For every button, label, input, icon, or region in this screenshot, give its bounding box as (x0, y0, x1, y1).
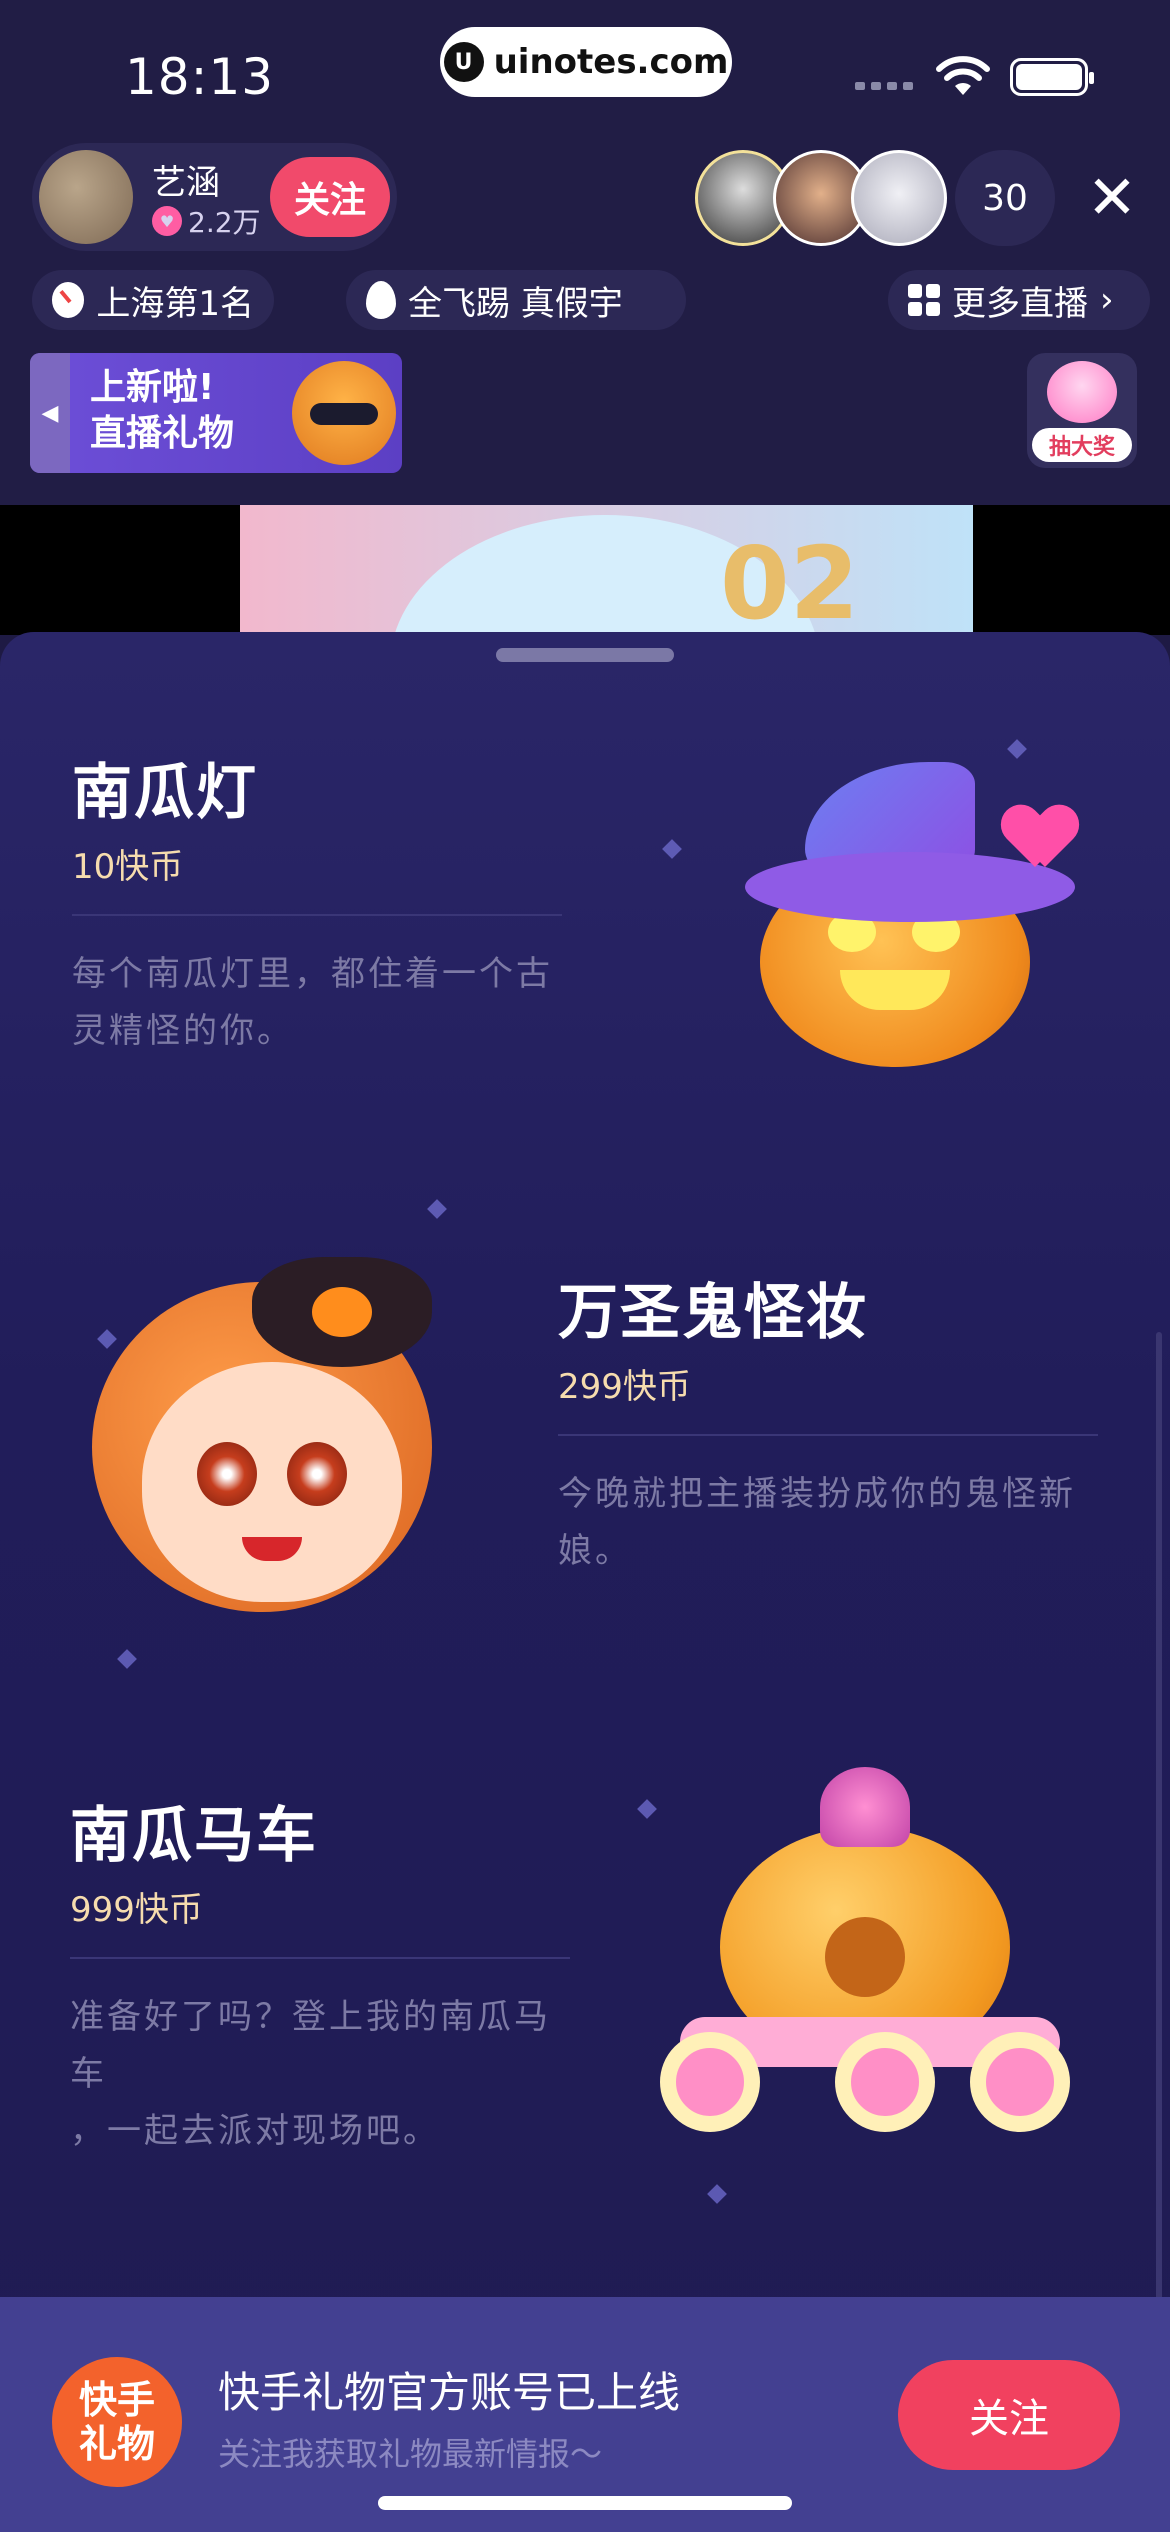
host-avatar[interactable] (39, 150, 133, 244)
follow-host-button[interactable]: 关注 (270, 157, 390, 237)
more-live-label: 更多直播 (952, 283, 1088, 324)
halloween-makeup-image (92, 1252, 472, 1632)
scrollbar[interactable] (1156, 1332, 1162, 2332)
battery-icon (1010, 58, 1094, 96)
divider (72, 914, 562, 916)
pumpkin-carriage-image (660, 1767, 1080, 2167)
banner-text: 上新啦! 直播礼物 (90, 365, 234, 457)
gift-item: 万圣鬼怪妆 299快币 今晚就把主播装扮成你的鬼怪新 娘。 (558, 1264, 1098, 1580)
gift-intro-sheet: 南瓜灯 10快币 每个南瓜灯里，都住着一个古 灵精怪的你。 万圣鬼怪妆 299快… (0, 632, 1170, 2532)
divider (558, 1434, 1098, 1436)
sheet-drag-handle[interactable] (496, 648, 674, 662)
flame-icon (366, 281, 396, 319)
logo-line2: 礼物 (78, 2422, 155, 2466)
status-time: 18:13 (125, 48, 275, 106)
heart-icon (1005, 807, 1075, 871)
gift-description-line: 准备好了吗？登上我的南瓜马车 (70, 1997, 551, 2094)
gift-item: 南瓜灯 10快币 每个南瓜灯里，都住着一个古 灵精怪的你。 (72, 744, 562, 1060)
collapse-arrow-icon[interactable]: ◀ (30, 353, 70, 473)
gift-description-line: 灵精怪的你。 (72, 1011, 294, 1051)
video-frame: 02 (240, 505, 973, 635)
gift-description-line: ，一起去派对现场吧。 (70, 2111, 440, 2151)
video-number: 02 (720, 525, 860, 635)
rank-tag-label: 上海第1名 (96, 283, 254, 324)
more-live-button[interactable]: 更多直播 › (888, 270, 1150, 330)
gift-description: 准备好了吗？登上我的南瓜马车 ，一起去派对现场吧。 (70, 1989, 570, 2160)
watermark-badge: U uinotes.com (440, 27, 732, 97)
gift-price: 10快币 (72, 847, 184, 887)
gift-name: 万圣鬼怪妆 (558, 1278, 868, 1348)
gift-description: 今晚就把主播装扮成你的鬼怪新 娘。 (558, 1466, 1098, 1580)
rank-tag[interactable]: 上海第1名 (32, 270, 274, 330)
host-name: 艺涵 (152, 163, 220, 203)
gift-description-line: 今晚就把主播装扮成你的鬼怪新 (558, 1474, 1076, 1514)
watermark-text: uinotes.com (493, 42, 729, 82)
account-subtitle: 关注我获取礼物最新情报～ (218, 2435, 603, 2473)
viewer-count[interactable]: 30 (955, 150, 1055, 246)
gift-description-line: 娘。 (558, 1531, 632, 1571)
host-fans-count: 2.2万 (188, 206, 261, 239)
gift-promo-banner[interactable]: ◀ 上新啦! 直播礼物 (30, 353, 402, 473)
follow-account-button[interactable]: 关注 (898, 2360, 1120, 2470)
gift-name: 南瓜马车 (70, 1801, 318, 1871)
wifi-icon (936, 56, 990, 95)
pumpkin-lantern-image (745, 762, 1090, 1067)
viewer-avatar[interactable] (851, 150, 947, 246)
host-fans: ♥ 2.2万 (152, 201, 261, 241)
chevron-right-icon: › (1100, 280, 1114, 320)
lottery-label: 抽大奖 (1032, 428, 1132, 462)
live-header: 18:13 U uinotes.com 艺涵 ♥ 2.2万 关注 30 ✕ 上海… (0, 0, 1170, 505)
lottery-button[interactable]: 抽大奖 (1027, 353, 1137, 468)
gift-description-line: 每个南瓜灯里，都住着一个古 (72, 954, 553, 994)
grid-icon (908, 284, 940, 316)
live-video[interactable]: 02 (0, 505, 1170, 635)
topic-tag[interactable]: 全飞踢 真假宇 (346, 270, 686, 330)
watermark-logo-icon: U (443, 42, 484, 82)
status-bar: 18:13 U uinotes.com (0, 0, 1170, 150)
gift-price: 299快币 (558, 1367, 691, 1407)
gift-item: 南瓜马车 999快币 准备好了吗？登上我的南瓜马车 ，一起去派对现场吧。 (70, 1787, 570, 2160)
mascot-icon (292, 361, 396, 465)
banner-line2: 直播礼物 (90, 413, 235, 454)
gift-description: 每个南瓜灯里，都住着一个古 灵精怪的你。 (72, 946, 562, 1060)
banner-line1: 上新啦! (90, 367, 215, 408)
topic-tag-label: 全飞踢 真假宇 (408, 283, 623, 324)
home-indicator[interactable] (378, 2496, 792, 2510)
account-title: 快手礼物官方账号已上线 (218, 2368, 681, 2417)
host-info[interactable]: 艺涵 ♥ 2.2万 关注 (32, 143, 397, 251)
lottery-icon (1047, 361, 1117, 423)
logo-line1: 快手 (78, 2378, 155, 2422)
clock-icon (52, 282, 85, 318)
gift-price: 999快币 (70, 1890, 203, 1930)
heart-icon: ♥ (152, 206, 182, 236)
close-icon[interactable]: ✕ (1082, 168, 1142, 228)
gift-account-logo[interactable]: 快手 礼物 (52, 2357, 182, 2487)
divider (70, 1957, 570, 1959)
gift-name: 南瓜灯 (72, 758, 258, 828)
cellular-signal-icon (855, 82, 913, 90)
